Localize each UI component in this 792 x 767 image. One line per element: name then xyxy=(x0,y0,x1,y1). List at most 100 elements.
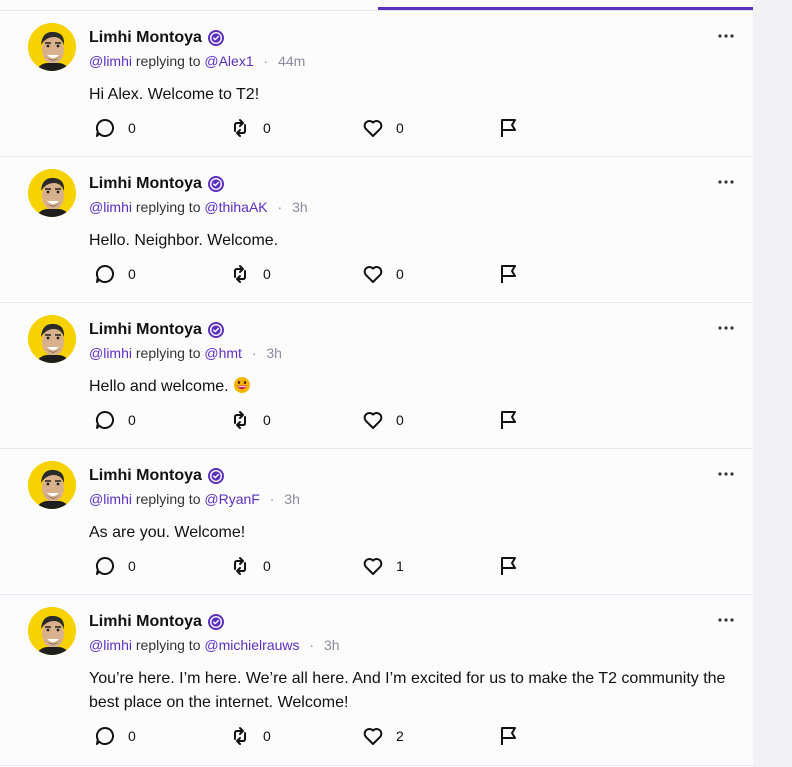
like-icon xyxy=(363,728,383,745)
comment-button[interactable]: 0 xyxy=(94,117,136,139)
avatar-portrait-icon xyxy=(28,461,76,509)
post-body: As are you. Welcome! xyxy=(89,521,739,545)
replying-label: replying to xyxy=(135,345,201,361)
like-count: 0 xyxy=(396,120,404,136)
comment-button[interactable]: 0 xyxy=(94,263,136,285)
author-handle[interactable]: @limhi xyxy=(89,491,132,507)
post-actions: 0 0 0 xyxy=(89,409,529,431)
report-button[interactable] xyxy=(498,263,520,285)
post-text: Hi Alex. Welcome to T2! xyxy=(89,86,260,103)
report-button[interactable] xyxy=(498,725,520,747)
repost-count: 0 xyxy=(263,728,271,744)
comment-count: 0 xyxy=(128,266,136,282)
repost-button[interactable]: 0 xyxy=(229,409,271,431)
more-options-icon[interactable] xyxy=(717,175,735,189)
report-button[interactable] xyxy=(498,409,520,431)
avatar-portrait-icon xyxy=(28,607,76,655)
reply-post: Limhi Montoya @limhi replying to @hmt · … xyxy=(0,303,753,449)
meta-separator: · xyxy=(269,491,275,507)
repost-count: 0 xyxy=(263,266,271,282)
more-options-icon[interactable] xyxy=(717,321,735,335)
post-time[interactable]: 3h xyxy=(266,345,282,361)
like-button[interactable]: 0 xyxy=(362,117,404,139)
post-meta: @limhi replying to @hmt · 3h xyxy=(89,345,282,361)
reply-to-handle[interactable]: @RyanF xyxy=(204,491,259,507)
author-name[interactable]: Limhi Montoya xyxy=(89,175,202,193)
repost-icon xyxy=(234,119,246,137)
flag-icon xyxy=(501,119,516,137)
post-meta: @limhi replying to @Alex1 · 44m xyxy=(89,53,305,69)
avatar[interactable] xyxy=(28,315,76,363)
post-body: You’re here. I’m here. We’re all here. A… xyxy=(89,667,739,715)
comment-icon xyxy=(95,118,114,137)
like-button[interactable]: 0 xyxy=(362,409,404,431)
more-options-icon[interactable] xyxy=(717,29,735,43)
reply-post: Limhi Montoya @limhi replying to @RyanF … xyxy=(0,449,753,595)
like-button[interactable]: 0 xyxy=(362,263,404,285)
report-button[interactable] xyxy=(498,555,520,577)
more-options-icon[interactable] xyxy=(717,613,735,627)
repost-button[interactable]: 0 xyxy=(229,117,271,139)
post-meta: @limhi replying to @michielrauws · 3h xyxy=(89,637,340,653)
flag-icon xyxy=(501,265,516,283)
author-name[interactable]: Limhi Montoya xyxy=(89,29,202,47)
meta-separator: · xyxy=(263,53,269,69)
reply-to-handle[interactable]: @michielrauws xyxy=(204,637,299,653)
avatar[interactable] xyxy=(28,169,76,217)
comment-icon xyxy=(95,264,114,283)
reply-to-handle[interactable]: @thihaAK xyxy=(204,199,267,215)
author-handle[interactable]: @limhi xyxy=(89,199,132,215)
like-count: 0 xyxy=(396,266,404,282)
repost-button[interactable]: 0 xyxy=(229,263,271,285)
more-options-icon[interactable] xyxy=(717,467,735,481)
repost-icon xyxy=(234,727,246,745)
like-icon xyxy=(363,120,383,137)
comment-button[interactable]: 0 xyxy=(94,555,136,577)
post-time[interactable]: 3h xyxy=(324,637,340,653)
like-button[interactable]: 1 xyxy=(362,555,404,577)
post-time[interactable]: 44m xyxy=(278,53,305,69)
post-meta: @limhi replying to @RyanF · 3h xyxy=(89,491,300,507)
reply-to-handle[interactable]: @hmt xyxy=(204,345,242,361)
comment-count: 0 xyxy=(128,120,136,136)
author-handle[interactable]: @limhi xyxy=(89,53,132,69)
author-handle[interactable]: @limhi xyxy=(89,637,132,653)
flag-icon xyxy=(501,557,516,575)
avatar[interactable] xyxy=(28,607,76,655)
avatar-portrait-icon xyxy=(28,23,76,71)
verified-badge-icon xyxy=(207,468,224,484)
reply-to-handle[interactable]: @Alex1 xyxy=(204,53,253,69)
report-button[interactable] xyxy=(498,117,520,139)
verified-badge-icon xyxy=(207,176,224,192)
replying-label: replying to xyxy=(135,637,201,653)
post-time[interactable]: 3h xyxy=(292,199,308,215)
repost-button[interactable]: 0 xyxy=(229,725,271,747)
post-meta: @limhi replying to @thihaAK · 3h xyxy=(89,199,308,215)
author-handle[interactable]: @limhi xyxy=(89,345,132,361)
comment-button[interactable]: 0 xyxy=(94,725,136,747)
meta-separator: · xyxy=(309,637,315,653)
avatar[interactable] xyxy=(28,461,76,509)
reply-post: Limhi Montoya @limhi replying to @michie… xyxy=(0,595,753,766)
like-button[interactable]: 2 xyxy=(362,725,404,747)
flag-icon xyxy=(501,727,516,745)
post-body: Hi Alex. Welcome to T2! xyxy=(89,83,739,107)
author-name[interactable]: Limhi Montoya xyxy=(89,613,202,631)
verified-badge-icon xyxy=(207,30,224,46)
like-count: 1 xyxy=(396,558,404,574)
comment-icon xyxy=(95,556,114,575)
avatar-portrait-icon xyxy=(28,315,76,363)
post-body: Hello. Neighbor. Welcome. xyxy=(89,229,739,253)
author-name[interactable]: Limhi Montoya xyxy=(89,467,202,485)
author-name[interactable]: Limhi Montoya xyxy=(89,321,202,339)
meta-separator: · xyxy=(277,199,283,215)
like-icon xyxy=(363,266,383,283)
repost-button[interactable]: 0 xyxy=(229,555,271,577)
post-body: Hello and welcome. xyxy=(89,375,739,399)
comment-button[interactable]: 0 xyxy=(94,409,136,431)
post-text: As are you. Welcome! xyxy=(89,524,246,541)
repost-icon xyxy=(234,265,246,283)
post-time[interactable]: 3h xyxy=(284,491,300,507)
avatar[interactable] xyxy=(28,23,76,71)
active-tab-indicator xyxy=(378,7,753,10)
